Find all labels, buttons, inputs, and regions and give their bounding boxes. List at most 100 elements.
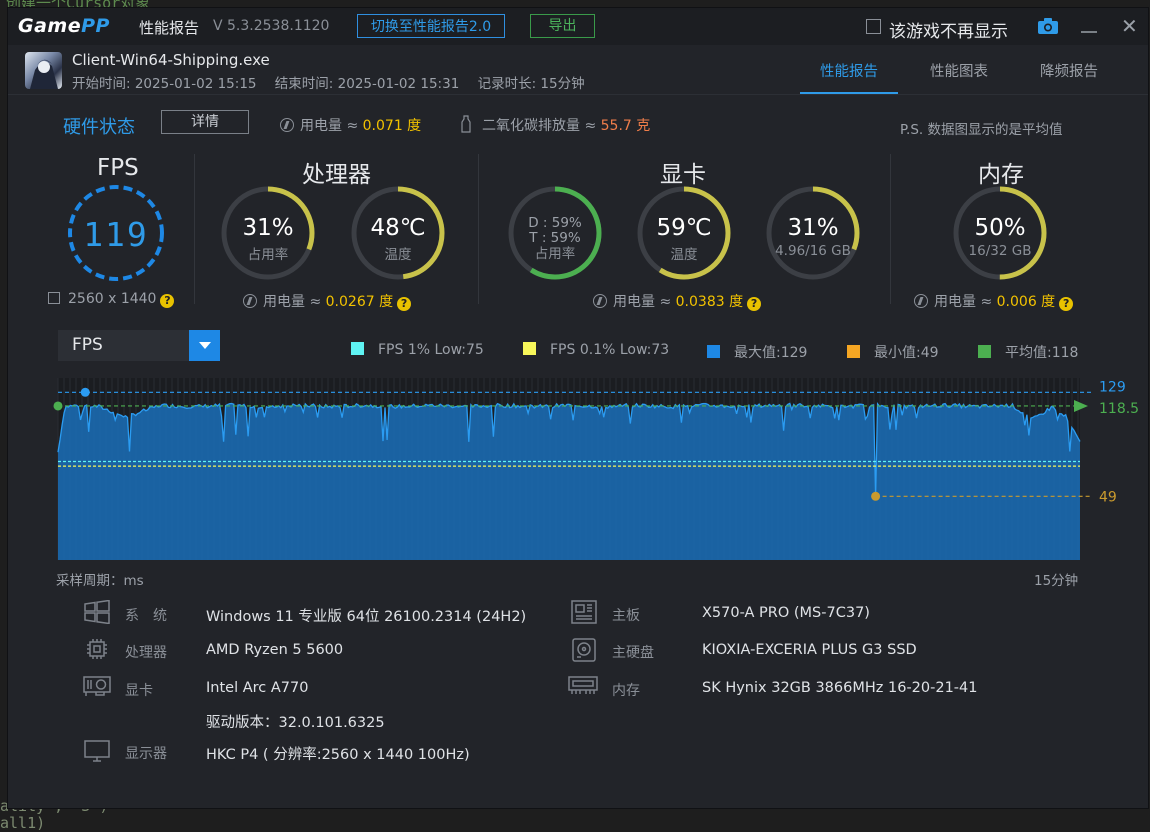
record-duration: 记录时长: 15分钟 [477,76,585,92]
cpu-power: 用电量 ≈ 0.0267 度? [243,291,412,311]
fps-gauge: 119 [66,183,166,283]
gpu-vram-label: 4.96/16 GB [775,243,851,259]
cpu-usage-value: 31% [242,215,294,241]
cpu-chip-icon [84,638,110,662]
windows-icon [84,599,110,625]
legend-swatch [978,345,991,358]
section-divider [194,154,195,304]
board-label: 主板 [612,608,640,624]
metric-select-value: FPS [72,335,103,355]
avg-start-marker [53,401,63,411]
legend-swatch [707,345,720,358]
help-icon[interactable]: ? [1059,297,1074,311]
gpu-temp-label: 温度 [670,247,698,263]
hardware-status-title: 硬件状态 [63,117,135,138]
cpu-usage-gauge: 31% 占用率 [220,185,316,281]
metric-select[interactable]: FPS [58,330,220,361]
start-time: 开始时间: 2025-01-02 15:15 [72,76,257,92]
cpu-value: AMD Ryzen 5 5600 [206,642,344,658]
memory-usage-label: 16/32 GB [968,243,1032,259]
gpu-temp-value: 59℃ [656,215,712,241]
monitor-icon [84,739,110,763]
memory-power: 用电量 ≈ 0.006 度? [914,291,1074,311]
hard-disk-icon [571,638,597,662]
cpu-temp-value: 48℃ [370,215,426,241]
memory-section-title: 内存 [978,162,1024,188]
switch-report-button[interactable]: 切换至性能报告2.0 [357,14,505,38]
title-bar: GamePP 性能报告 V 5.3.2538.1120 切换至性能报告2.0 导… [8,8,1148,45]
gpu-t-usage: T : 59% [529,230,581,246]
power-icon [280,118,294,132]
tab-throttle-report[interactable]: 降频报告 [1040,60,1098,81]
power-icon [243,294,257,308]
avg-arrow-marker [1074,399,1088,412]
details-button[interactable]: 详情 [161,110,249,134]
help-icon[interactable]: ? [747,297,762,311]
motherboard-icon [571,600,597,624]
disk-label: 主硬盘 [612,645,654,661]
memory-usage-gauge: 50% 16/32 GB [952,185,1048,281]
resolution-label: 2560 x 1440? [48,291,175,308]
display-label: 显示器 [125,746,167,762]
hide-game-checkbox[interactable] [866,19,881,34]
section-divider [890,154,891,304]
gamepp-logo: GamePP [18,15,110,37]
gpu-value: Intel Arc A770 [206,680,309,696]
hide-game-label[interactable]: 该游戏不再显示 [889,17,1008,42]
ram-value: SK Hynix 32GB 3866MHz 16-20-21-41 [702,680,978,696]
session-times: 开始时间: 2025-01-02 15:15 结束时间: 2025-01-02 … [72,72,599,92]
avg-value-label: 118.5 [1099,401,1139,417]
background-code-bottom-2: all1) [0,814,46,832]
header-divider [8,94,1148,95]
legend-low-1pct: FPS 1% Low:75 [351,342,484,358]
legend-swatch [847,345,860,358]
tab-performance-chart[interactable]: 性能图表 [930,60,988,81]
gpu-card-icon [82,674,112,698]
help-icon[interactable]: ? [397,297,412,311]
fps-section-title: FPS [97,155,139,181]
gpu-vram-value: 31% [787,215,839,241]
ram-icon [568,674,598,698]
cpu-temp-gauge: 48℃ 温度 [350,185,446,281]
legend-low-01pct: FPS 0.1% Low:73 [523,342,669,358]
os-label: 系 统 [125,608,167,624]
chart-average-note: P.S. 数据图显示的是平均值 [900,122,1063,138]
game-icon [25,52,62,89]
close-icon[interactable]: ✕ [1121,16,1138,36]
min-point-marker [871,491,881,501]
cpu-section-title: 处理器 [302,162,371,188]
tab-performance-report[interactable]: 性能报告 [820,60,878,81]
total-power: 用电量 ≈ 0.071 度 [280,115,421,135]
cpu-label: 处理器 [125,645,167,661]
section-divider [478,154,479,304]
gpu-usage-gauge: D : 59% T : 59% 占用率 [507,185,603,281]
version-label: V 5.3.2538.1120 [213,18,330,34]
window-title: 性能报告 [139,19,200,37]
gpu-section-title: 显卡 [660,162,706,188]
gpu-temp-gauge: 59℃ 温度 [636,185,732,281]
gamepp-window: GamePP 性能报告 V 5.3.2538.1120 切换至性能报告2.0 导… [8,8,1148,808]
power-icon [914,294,928,308]
resolution-icon [48,292,60,304]
board-value: X570-A PRO (MS-7C37) [702,605,870,621]
gpu-power: 用电量 ≈ 0.0383 度? [593,291,762,311]
camera-icon[interactable] [1037,17,1059,39]
help-icon[interactable]: ? [160,294,175,308]
chevron-down-icon[interactable] [189,330,220,361]
power-icon [593,294,607,308]
minimize-icon[interactable] [1079,16,1099,36]
gpu-label: 显卡 [125,683,153,699]
os-value: Windows 11 专业版 64位 26100.2314 (24H2) [206,609,527,625]
exe-name: Client-Win64-Shipping.exe [72,51,270,69]
cpu-temp-label: 温度 [384,247,412,263]
fps-average-value: 119 [83,215,149,254]
memory-usage-value: 50% [974,215,1026,241]
chart-duration-label: 15分钟 [1034,573,1079,589]
cpu-usage-label: 占用率 [247,247,289,263]
end-time: 结束时间: 2025-01-02 15:31 [274,76,460,92]
export-button[interactable]: 导出 [530,14,595,38]
legend-max: 最大值:129 [707,342,807,362]
disk-value: KIOXIA-EXCERIA PLUS G3 SSD [702,642,917,658]
fps-line-chart: 129 118.5 49 [53,378,1139,560]
legend-min: 最小值:49 [847,342,939,362]
